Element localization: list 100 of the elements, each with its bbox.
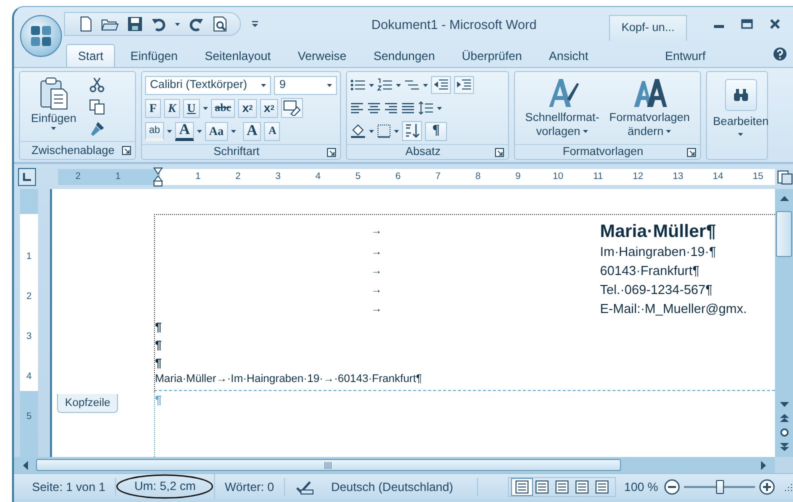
slider-thumb[interactable] [716,480,724,494]
numbered-list-icon[interactable] [377,78,393,92]
paste-button[interactable]: Einfügen [28,75,80,138]
caret-icon[interactable] [423,84,428,86]
status-text[interactable]: Seite: 1 von 1 [22,478,116,496]
indent-marker-icon[interactable] [153,166,163,186]
scroll-right-icon[interactable] [761,460,767,470]
caret-icon[interactable] [261,84,266,86]
print-preview-icon[interactable] [212,16,228,32]
office-button[interactable] [20,15,62,57]
caret-icon[interactable] [167,130,172,132]
ribbon-tab[interactable]: Start [66,44,116,67]
status-text[interactable]: Wörter: 0 [214,478,286,496]
resize-grip-icon[interactable] [783,482,793,492]
redo-icon[interactable] [188,16,204,32]
align-right-icon[interactable] [384,101,398,115]
sort-icon[interactable] [402,121,422,141]
increase-indent-icon[interactable] [454,76,474,94]
previous-page-icon[interactable] [780,414,788,422]
ribbon-tab[interactable]: Sendungen [361,44,447,67]
scroll-thumb[interactable] [776,211,792,257]
caret-icon[interactable] [230,130,236,132]
status-text[interactable]: Um: 5,2 cm [116,474,215,499]
caret-icon[interactable] [202,106,208,110]
justify-icon[interactable] [401,101,415,115]
horizontal-scrollbar[interactable] [14,457,775,473]
ruler-number: 5 [26,410,32,424]
ribbon-tab[interactable]: Seitenlayout [192,44,283,67]
ribbon-tab[interactable]: Überprüfen [450,44,534,67]
caret-icon[interactable] [51,127,56,130]
ribbon-tab[interactable]: Ansicht [536,44,600,67]
proofing-check-icon[interactable] [295,478,316,494]
styles-button[interactable]: Formatvorlagen ändern [606,75,693,141]
highlight-button[interactable]: ab [145,122,164,140]
scissors-icon[interactable] [89,77,106,93]
view-ruler-icon[interactable] [777,168,793,184]
vertical-scrollbar[interactable] [775,189,793,457]
undo-icon[interactable] [151,16,167,32]
zoom-out-icon[interactable] [664,478,680,494]
borders-icon[interactable] [377,124,391,138]
format-button[interactable]: F [145,98,161,118]
caret-icon[interactable] [327,84,332,86]
dialog-launcher-icon[interactable] [122,146,131,155]
ribbon-tab[interactable]: Einfügen [118,44,190,67]
caret-icon[interactable] [738,133,744,136]
paintbrush-icon[interactable] [89,121,106,137]
next-page-icon[interactable] [780,443,788,451]
shrink-font-button[interactable]: A [264,122,280,140]
copy-icon[interactable] [89,99,106,115]
customize-menu-icon[interactable] [251,19,259,29]
clear-formatting-icon[interactable] [281,98,304,118]
scroll-down-icon[interactable] [780,402,788,408]
paint-bucket-icon[interactable] [350,124,366,138]
caret-icon[interactable] [437,106,442,110]
caret-icon[interactable] [394,130,399,132]
caret-icon[interactable] [196,130,202,132]
styles-button[interactable]: Schnellformat- vorlagen [522,75,602,141]
change-case-button[interactable]: Aa [204,122,228,140]
close-icon[interactable] [769,18,781,30]
line-spacing-icon[interactable] [418,101,434,115]
ruler-number: 3 [274,171,282,182]
ribbon-tab[interactable]: Verweise [286,44,358,67]
scroll-up-icon[interactable] [780,195,788,201]
zoom-in-icon[interactable] [759,478,775,494]
scroll-thumb[interactable] [36,459,621,471]
scroll-left-icon[interactable] [22,460,28,470]
dialog-launcher-icon[interactable] [687,148,696,156]
new-document-icon[interactable] [79,16,93,32]
caret-icon[interactable] [175,22,180,26]
caret-icon[interactable] [396,84,401,86]
caret-icon[interactable] [666,130,672,134]
font-color-button[interactable]: A [175,122,194,140]
help-icon[interactable] [773,47,787,61]
save-icon[interactable] [127,16,143,32]
caret-icon[interactable] [369,130,374,132]
tab-selector[interactable] [18,168,36,186]
format-button[interactable]: x$^{2}$ [260,98,278,118]
ribbon-tab[interactable]: Entwurf [617,44,754,67]
format-button[interactable]: U [183,98,200,118]
font-name-dropdown[interactable]: Calibri (Textkörper) [145,76,272,94]
browse-object-icon[interactable] [780,428,788,437]
align-center-icon[interactable] [367,101,381,115]
dialog-launcher-icon[interactable] [327,148,336,156]
editing-button[interactable]: Bearbeiten [710,75,772,156]
maximize-icon[interactable] [741,18,753,30]
decrease-indent-icon[interactable] [431,76,451,94]
multilevel-list-icon[interactable] [404,78,420,92]
caret-icon[interactable] [583,130,588,134]
zoom-level[interactable]: 100 % [616,478,664,496]
language-status[interactable]: Deutsch (Deutschland) [325,478,478,496]
caret-icon[interactable] [369,84,374,86]
print-layout-icon[interactable] [512,478,532,494]
show-marks-button[interactable]: ¶ [425,122,447,140]
font-size-dropdown[interactable]: 9 [274,76,337,94]
dialog-launcher-icon[interactable] [495,148,504,156]
bullet-list-icon[interactable] [350,78,366,92]
format-button[interactable]: K [164,98,180,118]
align-left-icon[interactable] [350,101,364,115]
format-button[interactable]: abc [210,98,236,118]
grow-font-button[interactable]: A [242,122,262,140]
